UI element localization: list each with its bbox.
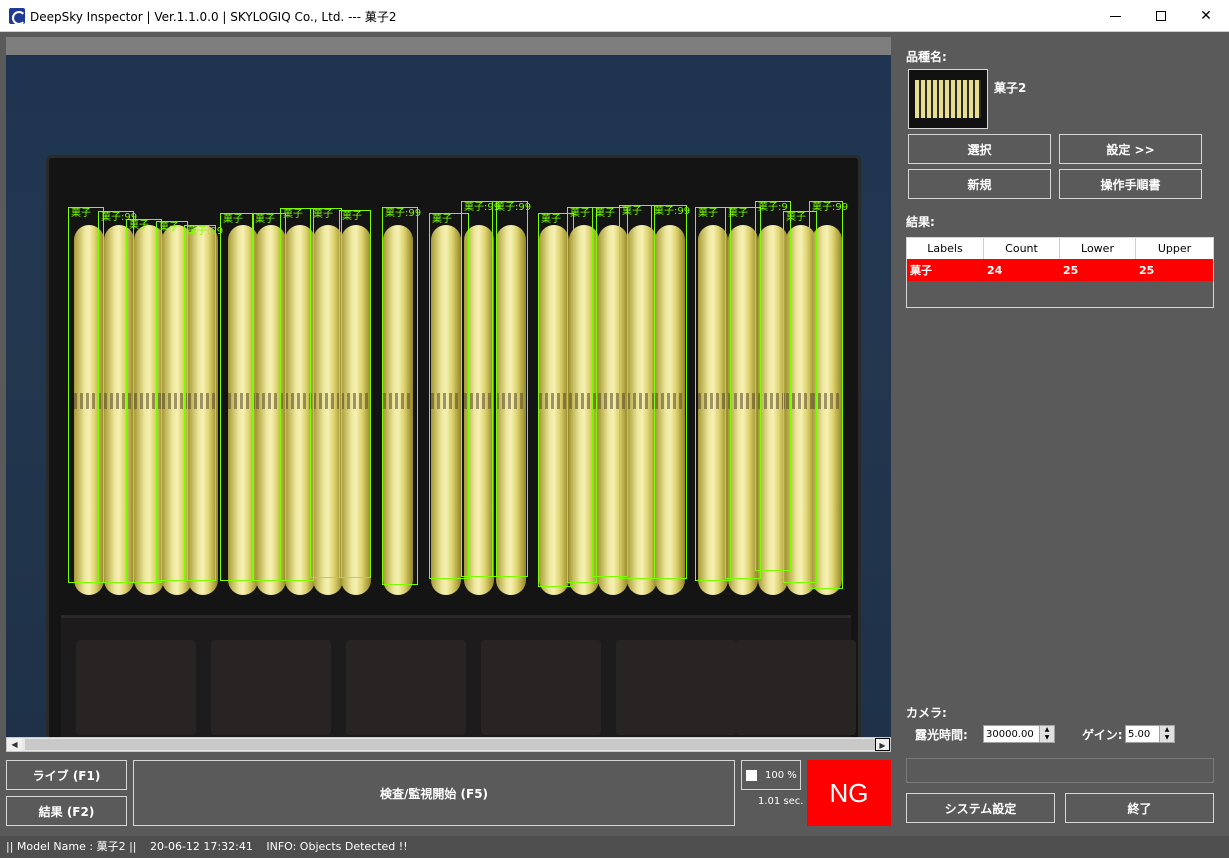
detection-label: 菓子	[622, 206, 642, 217]
cell-label: 菓子	[910, 264, 932, 277]
manual-button[interactable]: 操作手順書	[1059, 169, 1202, 199]
results-header-row: Labels Count Lower Upper	[907, 238, 1213, 259]
live-button[interactable]: ライブ (F1)	[6, 760, 127, 790]
minimize-button[interactable]	[1092, 0, 1138, 32]
gain-stepper[interactable]: 5.00 ▲ ▼	[1125, 725, 1175, 743]
app-logo-icon	[9, 8, 26, 25]
cell-count: 24	[987, 263, 1003, 277]
maximize-icon	[1156, 11, 1166, 21]
exposure-label: 露光時間:	[915, 728, 968, 742]
zoom-checkbox[interactable]	[746, 769, 757, 781]
exposure-value[interactable]: 30000.00	[986, 729, 1034, 740]
detection-label: 菓子	[159, 222, 179, 233]
results-table[interactable]: Labels Count Lower Upper 菓子 24 25 25	[906, 237, 1214, 308]
select-button[interactable]: 選択	[908, 134, 1051, 164]
detection-box: 菓子	[220, 213, 254, 581]
settings-button[interactable]: 設定 >>	[1059, 134, 1202, 164]
scroll-right-icon[interactable]: ▶	[875, 738, 890, 751]
detection-label: 菓子	[432, 214, 452, 225]
table-row[interactable]: 菓子 24 25 25	[907, 259, 1213, 281]
column-header-count[interactable]: Count	[984, 238, 1060, 259]
column-header-labels[interactable]: Labels	[907, 238, 984, 259]
detection-box: 菓子	[339, 210, 371, 578]
close-icon: ✕	[1200, 8, 1212, 24]
zoom-toggle[interactable]: 100 %	[741, 760, 801, 790]
detection-label: 菓子:99	[495, 202, 532, 213]
detection-label: 菓子	[71, 208, 91, 219]
detection-box: 菓子:99	[382, 207, 422, 585]
model-thumbnail	[908, 69, 988, 129]
gain-label: ゲイン:	[1082, 728, 1123, 742]
maximize-button[interactable]	[1138, 0, 1184, 32]
status-timestamp: 20-06-12 17:32:41	[150, 840, 253, 853]
detection-label: 菓子	[255, 214, 275, 225]
detection-label: 菓子	[595, 208, 615, 219]
tray-cell	[346, 640, 466, 735]
detection-box: 菓子	[280, 208, 314, 581]
camera-image: 菓子 菓子:99 菓子 菓子 菓子:99 菓子 菓子 菓子 菓子 菓子 菓子:99 菓子 菓子:99 菓子…	[6, 55, 891, 737]
status-info: INFO: Objects Detected !!	[266, 840, 408, 853]
zoom-label: 100 %	[765, 769, 797, 781]
cell-lower: 25	[1063, 263, 1079, 277]
detection-label: 菓子	[129, 220, 149, 231]
scroll-left-icon[interactable]: ◀	[7, 738, 22, 751]
column-header-lower[interactable]: Lower	[1060, 238, 1136, 259]
detection-label: 菓子:99	[187, 226, 224, 237]
detection-box: 菓子:99	[809, 201, 848, 589]
detection-box: 菓子	[310, 208, 342, 578]
image-viewer[interactable]: 菓子 菓子:99 菓子 菓子 菓子:99 菓子 菓子 菓子 菓子 菓子 菓子:99 菓子 菓子:99 菓子…	[6, 37, 891, 737]
exit-button[interactable]: 終了	[1065, 793, 1214, 823]
stepper-arrows-icon[interactable]: ▲ ▼	[1159, 726, 1174, 742]
scroll-thumb[interactable]	[25, 739, 875, 750]
detection-label: 菓子	[728, 208, 748, 219]
detection-label: 菓子	[698, 208, 718, 219]
tray-cell	[211, 640, 331, 735]
stepper-arrows-icon[interactable]: ▲ ▼	[1039, 726, 1054, 742]
cell-upper: 25	[1139, 263, 1155, 277]
column-header-upper[interactable]: Upper	[1136, 238, 1213, 259]
detection-label: 菓子:99	[385, 208, 422, 219]
model-name: 菓子2	[994, 81, 1027, 95]
tray-cell	[76, 640, 196, 735]
minimize-icon	[1109, 15, 1121, 17]
detection-label: 菓子	[786, 212, 806, 223]
close-button[interactable]: ✕	[1183, 0, 1229, 32]
detection-box: 菓子:99	[492, 201, 532, 577]
verdict-indicator: NG	[807, 760, 891, 826]
status-bar: || Model Name : 菓子2 || 20-06-12 17:32:41…	[0, 836, 1229, 858]
result-button[interactable]: 結果 (F2)	[6, 796, 127, 826]
new-button[interactable]: 新規	[908, 169, 1051, 199]
system-settings-button[interactable]: システム設定	[906, 793, 1055, 823]
horizontal-scrollbar[interactable]: ◀ ▶	[6, 737, 891, 752]
detection-box: 菓子:99	[651, 205, 691, 579]
model-heading: 品種名:	[906, 50, 947, 64]
detection-label: 菓子:99	[654, 206, 691, 217]
detection-label: 菓子	[283, 209, 303, 220]
window-title: DeepSky Inspector | Ver.1.1.0.0 | SKYLOG…	[30, 10, 397, 24]
tray-cell	[616, 640, 736, 735]
detection-box: 菓子:99	[184, 225, 223, 581]
exposure-stepper[interactable]: 30000.00 ▲ ▼	[983, 725, 1055, 743]
status-message-field	[906, 758, 1214, 783]
tray-cell	[736, 640, 856, 735]
elapsed-time: 1.01 sec.	[758, 796, 804, 807]
camera-heading: カメラ:	[906, 706, 947, 720]
detection-label: 菓子	[313, 209, 333, 220]
detection-label: 菓子	[541, 214, 561, 225]
detection-label: 菓子	[342, 211, 362, 222]
detection-label: 菓子	[570, 208, 590, 219]
gain-value[interactable]: 5.00	[1128, 729, 1150, 740]
detection-label: 菓子:99	[812, 202, 849, 213]
detection-box: 菓子	[619, 205, 655, 579]
status-model: || Model Name : 菓子2 ||	[6, 840, 137, 853]
inspect-start-button[interactable]: 検査/監視開始 (F5)	[133, 760, 735, 826]
title-bar: DeepSky Inspector | Ver.1.1.0.0 | SKYLOG…	[0, 0, 1229, 32]
detection-label: 菓子	[223, 214, 243, 225]
tray-cell	[481, 640, 601, 735]
viewer-top-strip	[6, 37, 891, 55]
results-heading: 結果:	[906, 215, 935, 229]
